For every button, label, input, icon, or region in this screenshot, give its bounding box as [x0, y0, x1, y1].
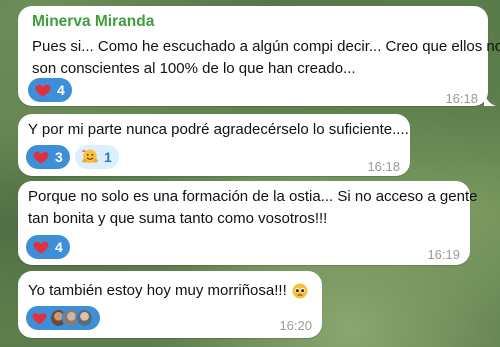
reaction-hug[interactable]: 1 — [75, 145, 119, 169]
message-time: 16:18 — [445, 91, 478, 106]
pleading-face-icon — [292, 283, 308, 299]
sender-name[interactable]: Minerva Miranda — [32, 13, 154, 31]
reaction-heart[interactable]: 4 — [28, 78, 72, 102]
message-text: Y por mi parte nunca podré agradecérselo… — [28, 121, 409, 138]
reaction-heart[interactable]: 4 — [26, 235, 70, 259]
message-time: 16:19 — [427, 247, 460, 262]
message-text-content: Yo también estoy hoy muy morriñosa!!! — [28, 282, 287, 299]
reaction-count: 1 — [104, 149, 112, 165]
message-text: tan bonita y que suma tanto como vosotro… — [28, 210, 328, 227]
message-bubble[interactable]: Porque no solo es una formación de la os… — [18, 181, 477, 265]
reaction-count: 4 — [57, 82, 65, 98]
reaction-heart[interactable]: 3 — [26, 145, 70, 169]
avatar[interactable] — [74, 308, 94, 328]
heart-icon — [35, 84, 51, 97]
heart-icon — [33, 241, 49, 254]
message-bubble[interactable]: Minerva Miranda Pues si... Como he escuc… — [18, 6, 500, 106]
reaction-heart[interactable] — [26, 306, 100, 330]
message-bubble[interactable]: Yo también estoy hoy muy morriñosa!!! 16… — [18, 271, 322, 338]
bubble-tail — [484, 92, 496, 106]
heart-icon — [33, 151, 49, 164]
reaction-count: 4 — [55, 239, 63, 255]
hugging-face-icon — [81, 149, 98, 163]
message-time: 16:20 — [279, 318, 312, 333]
message-text: Pues si... Como he escuchado a algún com… — [32, 38, 500, 55]
message-bubble[interactable]: Y por mi parte nunca podré agradecérselo… — [18, 114, 410, 176]
reaction-count: 3 — [55, 149, 63, 165]
message-text: Yo también estoy hoy muy morriñosa!!! — [28, 280, 309, 302]
message-text: son conscientes al 100% de lo que han cr… — [32, 60, 356, 77]
heart-icon — [32, 313, 47, 325]
message-text: Porque no solo es una formación de la os… — [28, 188, 478, 205]
message-time: 16:18 — [367, 159, 400, 174]
